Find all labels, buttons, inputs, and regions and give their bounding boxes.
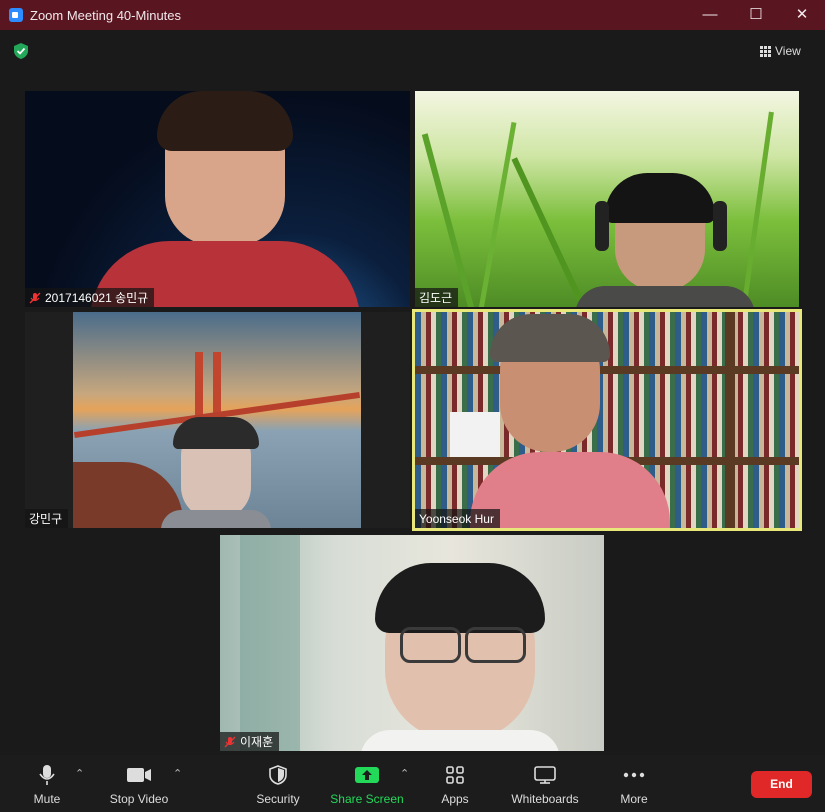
- microphone-icon: [39, 765, 55, 785]
- view-button[interactable]: View: [760, 41, 816, 61]
- whiteboards-button[interactable]: Whiteboards: [508, 763, 582, 806]
- participant-video: [73, 312, 361, 528]
- stop-video-label: Stop Video: [109, 792, 169, 806]
- more-button[interactable]: More: [614, 763, 654, 806]
- window-title: Zoom Meeting 40-Minutes: [30, 8, 182, 23]
- grid-view-icon: [760, 46, 771, 57]
- maximize-button[interactable]: ☐: [733, 0, 779, 30]
- stop-video-button[interactable]: Stop Video: [104, 763, 174, 806]
- apps-icon: [446, 766, 464, 784]
- minimize-button[interactable]: —: [687, 0, 733, 30]
- apps-button[interactable]: Apps: [437, 763, 473, 806]
- more-dots-icon: [623, 772, 645, 778]
- video-tile[interactable]: 김도근: [415, 91, 799, 307]
- participant-video: [415, 312, 799, 528]
- participant-video: [415, 91, 799, 307]
- title-bar: Zoom Meeting 40-Minutes — ☐ ✕: [0, 0, 825, 30]
- video-tile[interactable]: 이재훈: [220, 535, 604, 751]
- participant-name: 강민구: [29, 512, 63, 526]
- video-tile[interactable]: 강민구: [25, 312, 410, 528]
- share-screen-label: Share Screen: [330, 792, 404, 806]
- zoom-app-icon: [9, 8, 23, 22]
- end-meeting-button[interactable]: End: [751, 771, 812, 798]
- more-label: More: [620, 792, 648, 806]
- participant-name: 2017146021 송민규: [45, 291, 149, 305]
- share-screen-button[interactable]: Share Screen: [329, 763, 405, 806]
- close-button[interactable]: ✕: [779, 0, 825, 30]
- muted-mic-icon: [29, 292, 41, 303]
- apps-label: Apps: [441, 792, 469, 806]
- participant-name-tag: 2017146021 송민규: [25, 288, 155, 307]
- security-label: Security: [256, 792, 300, 806]
- participant-name: 김도근: [419, 291, 453, 305]
- participant-video: [25, 91, 410, 307]
- meeting-toolbar: Mute ⌃ Stop Video ⌃ Security Share Scree…: [0, 755, 825, 812]
- muted-mic-icon: [224, 736, 236, 747]
- share-options-chevron-icon[interactable]: ⌃: [400, 767, 409, 780]
- share-screen-icon: [355, 767, 379, 783]
- view-label: View: [775, 44, 801, 58]
- video-tile[interactable]: 2017146021 송민규: [25, 91, 410, 307]
- participant-name: Yoonseok Hur: [419, 511, 494, 526]
- whiteboard-icon: [534, 766, 556, 784]
- participant-name-tag: Yoonseok Hur: [415, 509, 500, 528]
- participant-name-tag: 김도근: [415, 288, 459, 307]
- participant-name: 이재훈: [240, 735, 274, 749]
- security-shield-icon: [269, 765, 287, 785]
- whiteboards-label: Whiteboards: [511, 792, 579, 806]
- mute-button[interactable]: Mute: [24, 763, 70, 806]
- video-tile-active-speaker[interactable]: Yoonseok Hur: [412, 309, 802, 531]
- participant-video: [220, 535, 604, 751]
- audio-options-chevron-icon[interactable]: ⌃: [75, 767, 84, 780]
- participant-name-tag: 이재훈: [220, 732, 280, 751]
- security-button[interactable]: Security: [250, 763, 306, 806]
- mute-label: Mute: [33, 792, 61, 806]
- encryption-shield-icon[interactable]: [12, 42, 30, 60]
- video-camera-icon: [127, 768, 151, 782]
- participant-name-tag: 강민구: [25, 509, 69, 528]
- video-options-chevron-icon[interactable]: ⌃: [173, 767, 182, 780]
